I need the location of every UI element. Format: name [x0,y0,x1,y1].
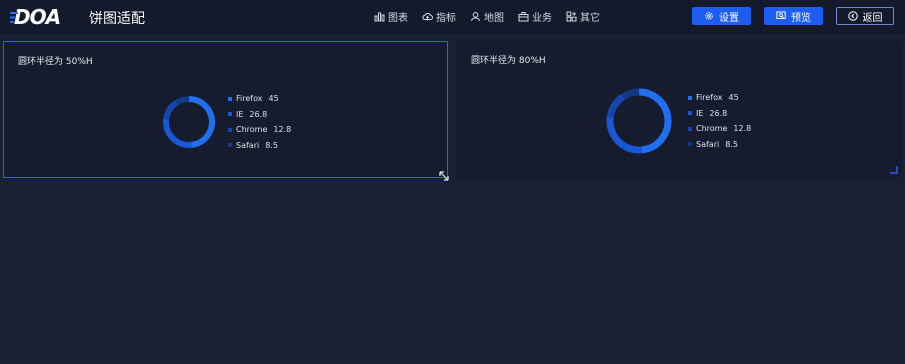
donut-chart [606,88,672,154]
legend-item-firefox[interactable]: Firefox 45 [688,90,751,106]
resize-corner-icon[interactable] [890,166,898,174]
nav-label-other: 其它 [580,13,600,24]
donut-slice-firefox[interactable] [188,96,215,148]
chart-panel-right[interactable]: 圆环半径为 80%H Firefox 45 IE 26.8 Chrome 12.8 Safa… [457,41,902,178]
nav-item-metric[interactable]: 指标 [422,9,456,24]
legend-value: 26.8 [249,109,268,119]
legend-label: Chrome [696,124,728,134]
legend-swatch [688,95,692,100]
nav-item-business[interactable]: 业务 [518,9,552,24]
chart-legend: Firefox 45 IE 26.8 Chrome 12.8 Safari 8.5 [688,90,751,152]
legend-item-chrome[interactable]: Chrome 12.8 [228,122,291,138]
legend-swatch [688,126,692,131]
chart-panel-left[interactable]: 圆环半径为 50%H Firefox 45 IE 26.8 Chrome 12.8 Safa… [3,41,449,181]
legend-item-safari[interactable]: Safari 8.5 [688,137,751,153]
legend-label: Safari [236,140,260,150]
settings-button[interactable]: 设置 [692,7,751,25]
map-pin-icon [471,12,480,22]
preview-label: 预览 [791,12,811,24]
preview-icon [776,11,786,19]
legend-item-safari[interactable]: Safari 8.5 [228,138,291,154]
resize-handle-icon[interactable] [438,170,450,182]
main-nav: 图表 指标 地图 业务 其它 [374,9,600,24]
donut-slice-firefox[interactable] [638,88,672,154]
cloud-upload-icon [422,13,433,21]
legend-item-firefox[interactable]: Firefox 45 [228,91,291,107]
legend-item-ie[interactable]: IE 26.8 [228,107,291,123]
legend-label: Firefox [236,94,263,104]
briefcase-icon [518,12,529,22]
donut-slice-ie[interactable] [163,118,192,148]
legend-label: Firefox [696,93,723,103]
panel-title: 圆环半径为 50%H [18,57,93,67]
legend-value: 26.8 [709,108,728,118]
logo-bars-icon [10,12,18,23]
legend-swatch [688,142,692,147]
donut-chart [163,96,215,148]
legend-swatch [228,96,232,101]
donut-slice-chrome[interactable] [163,100,179,120]
app-logo[interactable]: DOA [10,5,61,29]
nav-label-chart: 图表 [388,13,408,24]
nav-label-metric: 指标 [436,13,456,24]
legend-value: 45 [728,93,739,103]
donut-slice-chrome[interactable] [606,93,626,118]
nav-label-map: 地图 [484,13,504,24]
legend-swatch [228,127,232,132]
legend-value: 8.5 [265,140,278,150]
top-bar: DOA 饼图适配 图表 指标 地图 业务 其它 设置 预览 返回 [0,0,905,34]
nav-item-other[interactable]: 其它 [566,9,600,24]
gear-icon [705,12,713,20]
legend-value: 45 [268,94,279,104]
page-title: 饼图适配 [89,11,145,27]
legend-swatch [688,111,692,116]
legend-item-chrome[interactable]: Chrome 12.8 [688,121,751,137]
back-circle-icon [847,11,858,21]
legend-label: IE [236,109,244,119]
legend-value: 12.8 [733,124,752,134]
nav-item-chart[interactable]: 图表 [374,9,408,24]
donut-slice-safari[interactable] [174,96,190,106]
legend-swatch [228,143,232,148]
logo-text: DOA [14,5,61,29]
legend-label: IE [696,108,704,118]
bar-chart-icon [374,12,385,22]
legend-item-ie[interactable]: IE 26.8 [688,106,751,122]
preview-button[interactable]: 预览 [764,7,823,25]
back-button[interactable]: 返回 [836,7,894,25]
panel-title: 圆环半径为 80%H [471,56,546,66]
nav-label-business: 业务 [532,13,552,24]
legend-value: 8.5 [725,139,738,149]
nav-item-map[interactable]: 地图 [470,9,504,24]
settings-label: 设置 [719,12,739,24]
grid-plus-icon [566,11,577,22]
donut-slice-safari[interactable] [621,88,640,100]
donut-slice-ie[interactable] [606,116,643,154]
legend-value: 12.8 [273,125,292,135]
legend-label: Safari [696,139,720,149]
legend-swatch [228,112,232,117]
legend-label: Chrome [236,125,268,135]
chart-legend: Firefox 45 IE 26.8 Chrome 12.8 Safari 8.5 [228,91,291,153]
back-label: 返回 [862,12,883,24]
